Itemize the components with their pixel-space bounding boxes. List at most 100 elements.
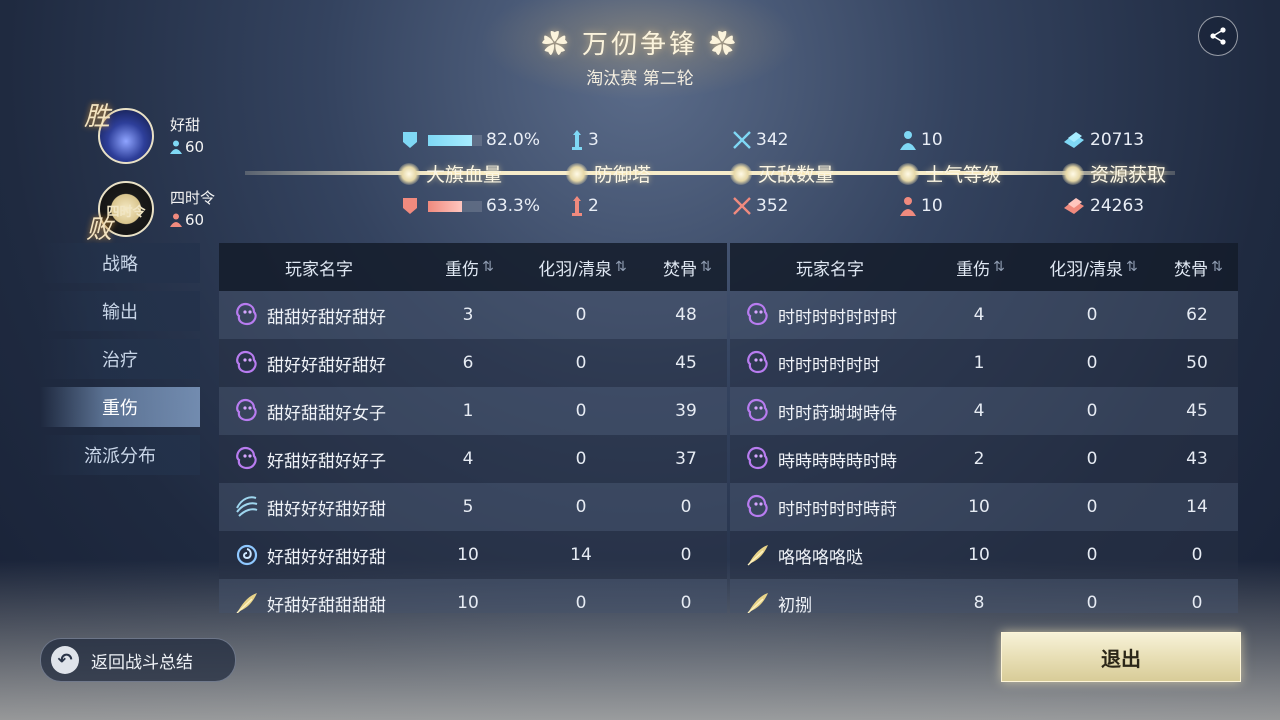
heavy-wound-value: 5 — [462, 497, 474, 517]
player-name: 时时莳埘埘時侍 — [778, 403, 897, 424]
player-name: 甜好甜甜好女子 — [267, 403, 386, 424]
burn-bone-value: 0 — [1191, 593, 1203, 613]
player-cell: 初捌 — [730, 589, 930, 613]
table-row[interactable]: 時時時時時时時 2 0 43 — [730, 435, 1238, 483]
table-row[interactable]: 甜甜好甜好甜好 3 0 48 — [219, 291, 727, 339]
player-cell: 时时时时时時莳 — [730, 493, 930, 521]
player-name: 甜好好甜好甜好 — [267, 355, 386, 376]
stat-node-resource: 资源获取 — [1062, 160, 1166, 187]
team-winner-score: 60 — [170, 138, 204, 156]
winner-table[interactable]: 玩家名字 重伤 ⇅ 化羽/清泉 ⇅ 焚骨 ⇅ 甜甜好甜好甜好 3 0 48 甜好好甜好甜好 6 0 45 甜好… — [219, 243, 727, 613]
share-button[interactable] — [1198, 16, 1238, 56]
win-kills-value: 342 — [756, 130, 789, 150]
win-flag-hp: 82.0% — [402, 130, 540, 150]
col-burn-bone[interactable]: 焚骨 ⇅ — [645, 255, 727, 280]
revive-value: 0 — [1086, 353, 1098, 373]
burn-bone-value: 0 — [680, 497, 692, 517]
sort-icon[interactable]: ⇅ — [615, 259, 627, 275]
back-to-summary-button[interactable]: ↶ 返回战斗总结 — [40, 638, 236, 682]
table-row[interactable]: 好甜好甜甜甜甜 10 0 0 — [219, 579, 727, 613]
table-row[interactable]: 甜好甜甜好女子 1 0 39 — [219, 387, 727, 435]
win-flag-hp-value: 82.0% — [486, 130, 541, 150]
player-name: 甜好好好甜好甜 — [267, 499, 386, 520]
morale-person-icon — [900, 131, 916, 150]
node-dot-icon — [897, 162, 919, 185]
col-burn-bone[interactable]: 焚骨 ⇅ — [1156, 255, 1238, 280]
player-cell: 时时时时时时 — [730, 349, 930, 377]
player-cell: 时时时时时时时 — [730, 301, 930, 329]
team-winner-score-value: 60 — [185, 138, 205, 156]
table-row[interactable]: 甜好好甜好甜好 6 0 45 — [219, 339, 727, 387]
menu-item-healing[interactable]: 治疗 — [40, 339, 200, 379]
sort-icon[interactable]: ⇅ — [993, 259, 1005, 275]
player-cell: 好甜好好甜好甜 — [219, 541, 419, 569]
stats-tables: 玩家名字 重伤 ⇅ 化羽/清泉 ⇅ 焚骨 ⇅ 甜甜好甜好甜好 3 0 48 甜好好甜好甜好 6 0 45 甜好… — [219, 243, 1240, 613]
player-name: 好甜好甜甜甜甜 — [267, 595, 386, 614]
stat-node-kills: 灭敌数量 — [730, 160, 834, 187]
table-row[interactable]: 咯咯咯咯哒 10 0 0 — [730, 531, 1238, 579]
revive-value: 14 — [570, 545, 592, 565]
table-row[interactable]: 好甜好好甜好甜 10 14 0 — [219, 531, 727, 579]
player-name: 咯咯咯咯哒 — [778, 547, 863, 568]
crossed-swords-icon — [733, 197, 751, 215]
lose-flag-bar — [428, 200, 482, 212]
revive-value: 0 — [1086, 497, 1098, 517]
player-cell: 時時時時時时時 — [730, 445, 930, 473]
table-row[interactable]: 时时时时时时时 4 0 62 — [730, 291, 1238, 339]
player-cell: 咯咯咯咯哒 — [730, 541, 930, 569]
burn-bone-value: 0 — [680, 545, 692, 565]
menu-item-output[interactable]: 输出 — [40, 291, 200, 331]
table-row[interactable]: 时时时时时时 1 0 50 — [730, 339, 1238, 387]
lose-tower-value: 2 — [588, 196, 599, 216]
page-subtitle: 淘汰赛 第二轮 — [586, 69, 694, 89]
purple-ghost-icon — [744, 493, 772, 521]
stat-label-morale: 士气等级 — [925, 164, 1002, 186]
player-name: 好甜好好甜好甜 — [267, 547, 386, 568]
sort-icon[interactable]: ⇅ — [700, 259, 712, 275]
col-heavy-wound[interactable]: 重伤 ⇅ — [930, 255, 1028, 280]
menu-item-heavy-wound[interactable]: 重伤 — [40, 387, 200, 427]
player-cell: 甜好甜甜好女子 — [219, 397, 419, 425]
win-resource: 20713 — [1062, 130, 1144, 150]
revive-value: 0 — [575, 497, 587, 517]
resource-icon — [1064, 198, 1084, 214]
win-flag-bar-fill — [428, 134, 473, 146]
player-name: 时时时时时時莳 — [778, 499, 897, 520]
purple-ghost-icon — [233, 397, 261, 425]
burn-bone-value: 50 — [1186, 353, 1208, 373]
heavy-wound-value: 3 — [462, 305, 474, 325]
player-name: 好甜好甜好好子 — [267, 451, 386, 472]
heavy-wound-value: 10 — [968, 545, 990, 565]
table-row[interactable]: 时时时时时時莳 10 0 14 — [730, 483, 1238, 531]
exit-button[interactable]: 退出 — [1001, 632, 1241, 682]
col-heavy-wound[interactable]: 重伤 ⇅ — [419, 255, 517, 280]
sort-icon[interactable]: ⇅ — [1211, 259, 1223, 275]
table-row[interactable]: 时时莳埘埘時侍 4 0 45 — [730, 387, 1238, 435]
stat-label-kills: 灭敌数量 — [758, 164, 835, 186]
table-row[interactable]: 甜好好好甜好甜 5 0 0 — [219, 483, 727, 531]
lose-kills: 352 — [732, 196, 788, 216]
stat-node-morale: 士气等级 — [897, 160, 1001, 187]
heavy-wound-value: 10 — [968, 497, 990, 517]
loser-table[interactable]: 玩家名字 重伤 ⇅ 化羽/清泉 ⇅ 焚骨 ⇅ 时时时时时时时 4 0 62 时时时时时时 1 0 50 时时莳… — [730, 243, 1238, 613]
burn-bone-value: 45 — [675, 353, 697, 373]
col-revive[interactable]: 化羽/清泉 ⇅ — [1028, 255, 1156, 280]
revive-value: 0 — [575, 449, 587, 469]
heavy-wound-value: 10 — [457, 593, 479, 613]
node-dot-icon — [1062, 162, 1084, 185]
col-revive[interactable]: 化羽/清泉 ⇅ — [517, 255, 645, 280]
table-row[interactable]: 初捌 8 0 0 — [730, 579, 1238, 613]
win-tower: 3 — [570, 130, 599, 150]
sort-icon[interactable]: ⇅ — [1126, 259, 1138, 275]
table-row[interactable]: 好甜好甜好好子 4 0 37 — [219, 435, 727, 483]
menu-item-strategy[interactable]: 战略 — [40, 243, 200, 283]
purple-ghost-icon — [744, 349, 772, 377]
sort-icon[interactable]: ⇅ — [482, 259, 494, 275]
burn-bone-value: 14 — [1186, 497, 1208, 517]
node-dot-icon — [398, 162, 420, 185]
player-cell: 甜好好好甜好甜 — [219, 493, 419, 521]
stat-node-flag: 大旗血量 — [398, 160, 502, 187]
burn-bone-value: 62 — [1186, 305, 1208, 325]
tower-icon — [572, 130, 582, 150]
menu-item-school-distribution[interactable]: 流派分布 — [40, 435, 200, 475]
